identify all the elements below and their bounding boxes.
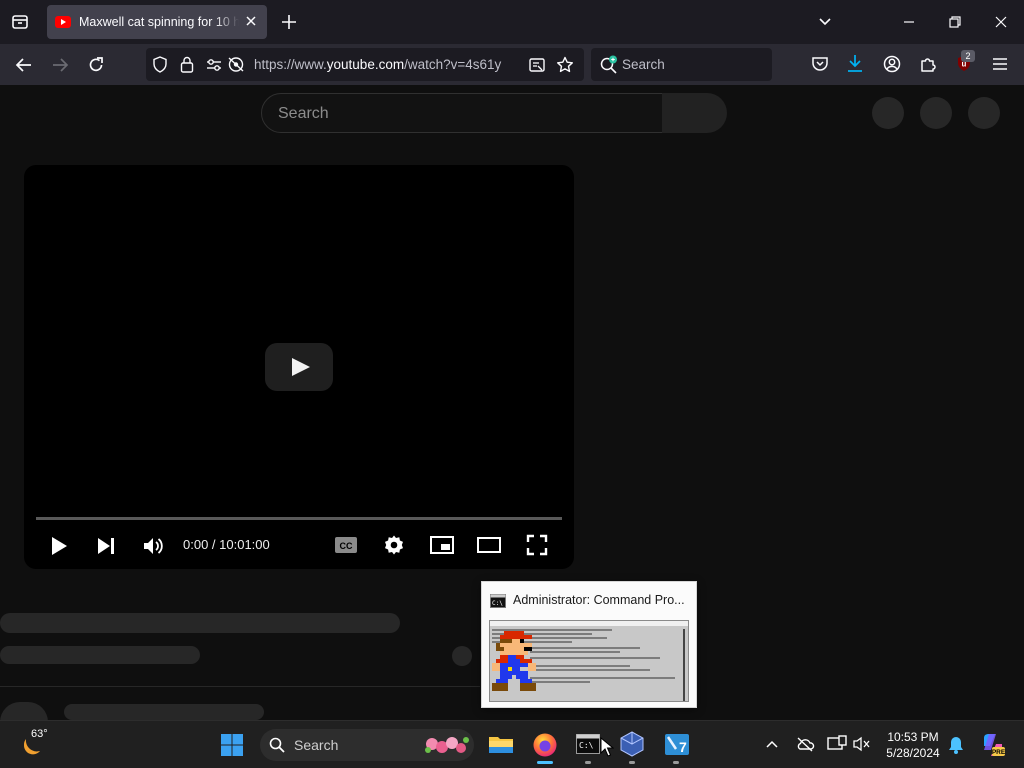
youtube-search-input[interactable]: Search <box>261 93 663 133</box>
reload-icon[interactable] <box>87 56 105 74</box>
ublock-icon[interactable]: u 2 <box>955 50 977 74</box>
menu-hamburger-icon[interactable] <box>991 56 1009 72</box>
play-icon[interactable] <box>50 536 68 556</box>
divider <box>0 686 480 687</box>
terminal-indicator <box>585 761 591 764</box>
tab-title: Maxwell cat spinning for 10 hours <box>79 15 239 29</box>
close-tab-icon[interactable] <box>245 15 257 27</box>
reader-view-icon[interactable] <box>529 57 545 73</box>
mouse-cursor <box>600 737 614 757</box>
loading-subtitle-placeholder <box>0 646 200 664</box>
mario-sprite-image <box>492 631 536 695</box>
youtube-search-placeholder: Search <box>278 105 329 122</box>
virtualbox-indicator <box>629 761 635 764</box>
notification-bell-icon[interactable] <box>948 736 964 754</box>
windows-taskbar: 63° Search C:\ 7 10:53 PM 5/28/2024 PRE <box>0 720 1024 768</box>
downloads-icon[interactable] <box>846 54 864 74</box>
tracking-protection-icon[interactable] <box>227 56 245 73</box>
url-domain: youtube.com <box>326 57 405 72</box>
browser-search-placeholder: Search <box>622 57 665 72</box>
new-tab-icon[interactable] <box>281 14 297 30</box>
taskbar-search[interactable]: Search <box>260 729 474 761</box>
minimize-icon[interactable] <box>902 15 916 29</box>
back-icon[interactable] <box>15 56 33 74</box>
large-play-button[interactable] <box>265 343 333 391</box>
url-path: /watch?v=4s61y <box>404 57 502 72</box>
tool-indicator <box>673 761 679 764</box>
volume-icon[interactable] <box>142 535 164 557</box>
forward-icon[interactable] <box>51 56 69 74</box>
display-icon[interactable] <box>827 735 847 753</box>
clock-date: 5/28/2024 <box>886 746 940 760</box>
video-time-display: 0:00 / 10:01:00 <box>183 537 270 552</box>
file-explorer-icon[interactable] <box>488 733 514 755</box>
extensions-icon[interactable] <box>919 55 937 73</box>
cmd-icon: C:\ <box>490 594 506 608</box>
terminal-icon[interactable]: C:\ <box>576 734 600 754</box>
browser-tab-bar: Maxwell cat spinning for 10 hours <box>0 0 1024 44</box>
svg-text:C:\: C:\ <box>492 600 503 607</box>
lock-icon[interactable] <box>180 56 194 73</box>
tab-overflow-chevron-icon[interactable] <box>818 15 832 29</box>
permissions-icon[interactable] <box>206 58 222 72</box>
svg-text:7: 7 <box>679 739 687 755</box>
account-icon[interactable] <box>883 55 901 73</box>
bookmark-star-icon[interactable] <box>556 56 574 73</box>
onedrive-icon[interactable] <box>795 736 815 752</box>
copilot-icon[interactable]: PRE <box>980 732 1006 758</box>
url-prefix: https://www. <box>254 57 327 72</box>
shield-icon[interactable] <box>152 56 168 73</box>
virtualbox-icon[interactable] <box>620 731 644 757</box>
loading-title-placeholder <box>0 613 400 633</box>
search-icon <box>269 737 285 753</box>
extension-badge: 2 <box>961 50 975 62</box>
system-clock[interactable]: 10:53 PM 5/28/2024 <box>880 729 946 761</box>
weather-temperature[interactable]: 63° <box>31 728 48 740</box>
firefox-icon[interactable] <box>532 732 558 758</box>
video-progress-bar[interactable] <box>36 517 562 520</box>
theater-mode-icon[interactable] <box>476 536 502 554</box>
youtube-avatar-placeholder[interactable] <box>968 97 1000 129</box>
cmd-window-thumbnail <box>489 620 689 702</box>
loading-channel-placeholder <box>64 704 264 720</box>
browser-tab-active[interactable]: Maxwell cat spinning for 10 hours <box>47 5 267 39</box>
chevron-up-icon[interactable] <box>765 738 779 750</box>
svg-text:CC: CC <box>340 541 353 551</box>
search-highlight-image <box>422 734 470 756</box>
youtube-header-button-placeholder[interactable] <box>872 97 904 129</box>
search-engine-icon <box>599 55 619 75</box>
cmd-window-title: Administrator: Command Pro... <box>513 593 685 607</box>
url-text[interactable]: https://www.youtube.com/watch?v=4s61y <box>254 57 516 72</box>
tool-icon[interactable]: 7 <box>664 731 690 757</box>
captions-icon[interactable]: CC <box>334 536 358 554</box>
firefox-active-indicator <box>537 761 553 764</box>
youtube-header-button-placeholder[interactable] <box>920 97 952 129</box>
video-player[interactable]: 0:00 / 10:01:00 CC <box>24 165 574 569</box>
youtube-search-button[interactable] <box>662 93 727 133</box>
pocket-icon[interactable] <box>811 55 829 73</box>
browser-search-box[interactable]: Search <box>591 48 772 81</box>
taskbar-search-placeholder: Search <box>294 737 339 753</box>
tab-list-icon[interactable] <box>11 13 29 31</box>
clock-time: 10:53 PM <box>887 730 939 744</box>
url-bar[interactable]: https://www.youtube.com/watch?v=4s61y <box>146 48 584 81</box>
next-icon[interactable] <box>96 536 116 556</box>
svg-text:PRE: PRE <box>992 749 1006 756</box>
close-window-icon[interactable] <box>994 15 1008 29</box>
svg-text:C:\: C:\ <box>579 741 594 750</box>
speaker-icon[interactable] <box>853 736 871 752</box>
miniplayer-icon[interactable] <box>429 535 455 555</box>
settings-gear-icon[interactable] <box>382 533 406 557</box>
restore-icon[interactable] <box>948 15 962 29</box>
fullscreen-icon[interactable] <box>526 534 548 556</box>
loading-icon-placeholder <box>452 646 472 666</box>
command-prompt-preview[interactable]: C:\ Administrator: Command Pro... <box>481 581 697 708</box>
windows-start-icon[interactable] <box>221 734 243 756</box>
browser-navigation-bar: https://www.youtube.com/watch?v=4s61y Se… <box>0 44 1024 85</box>
youtube-favicon <box>55 16 71 28</box>
